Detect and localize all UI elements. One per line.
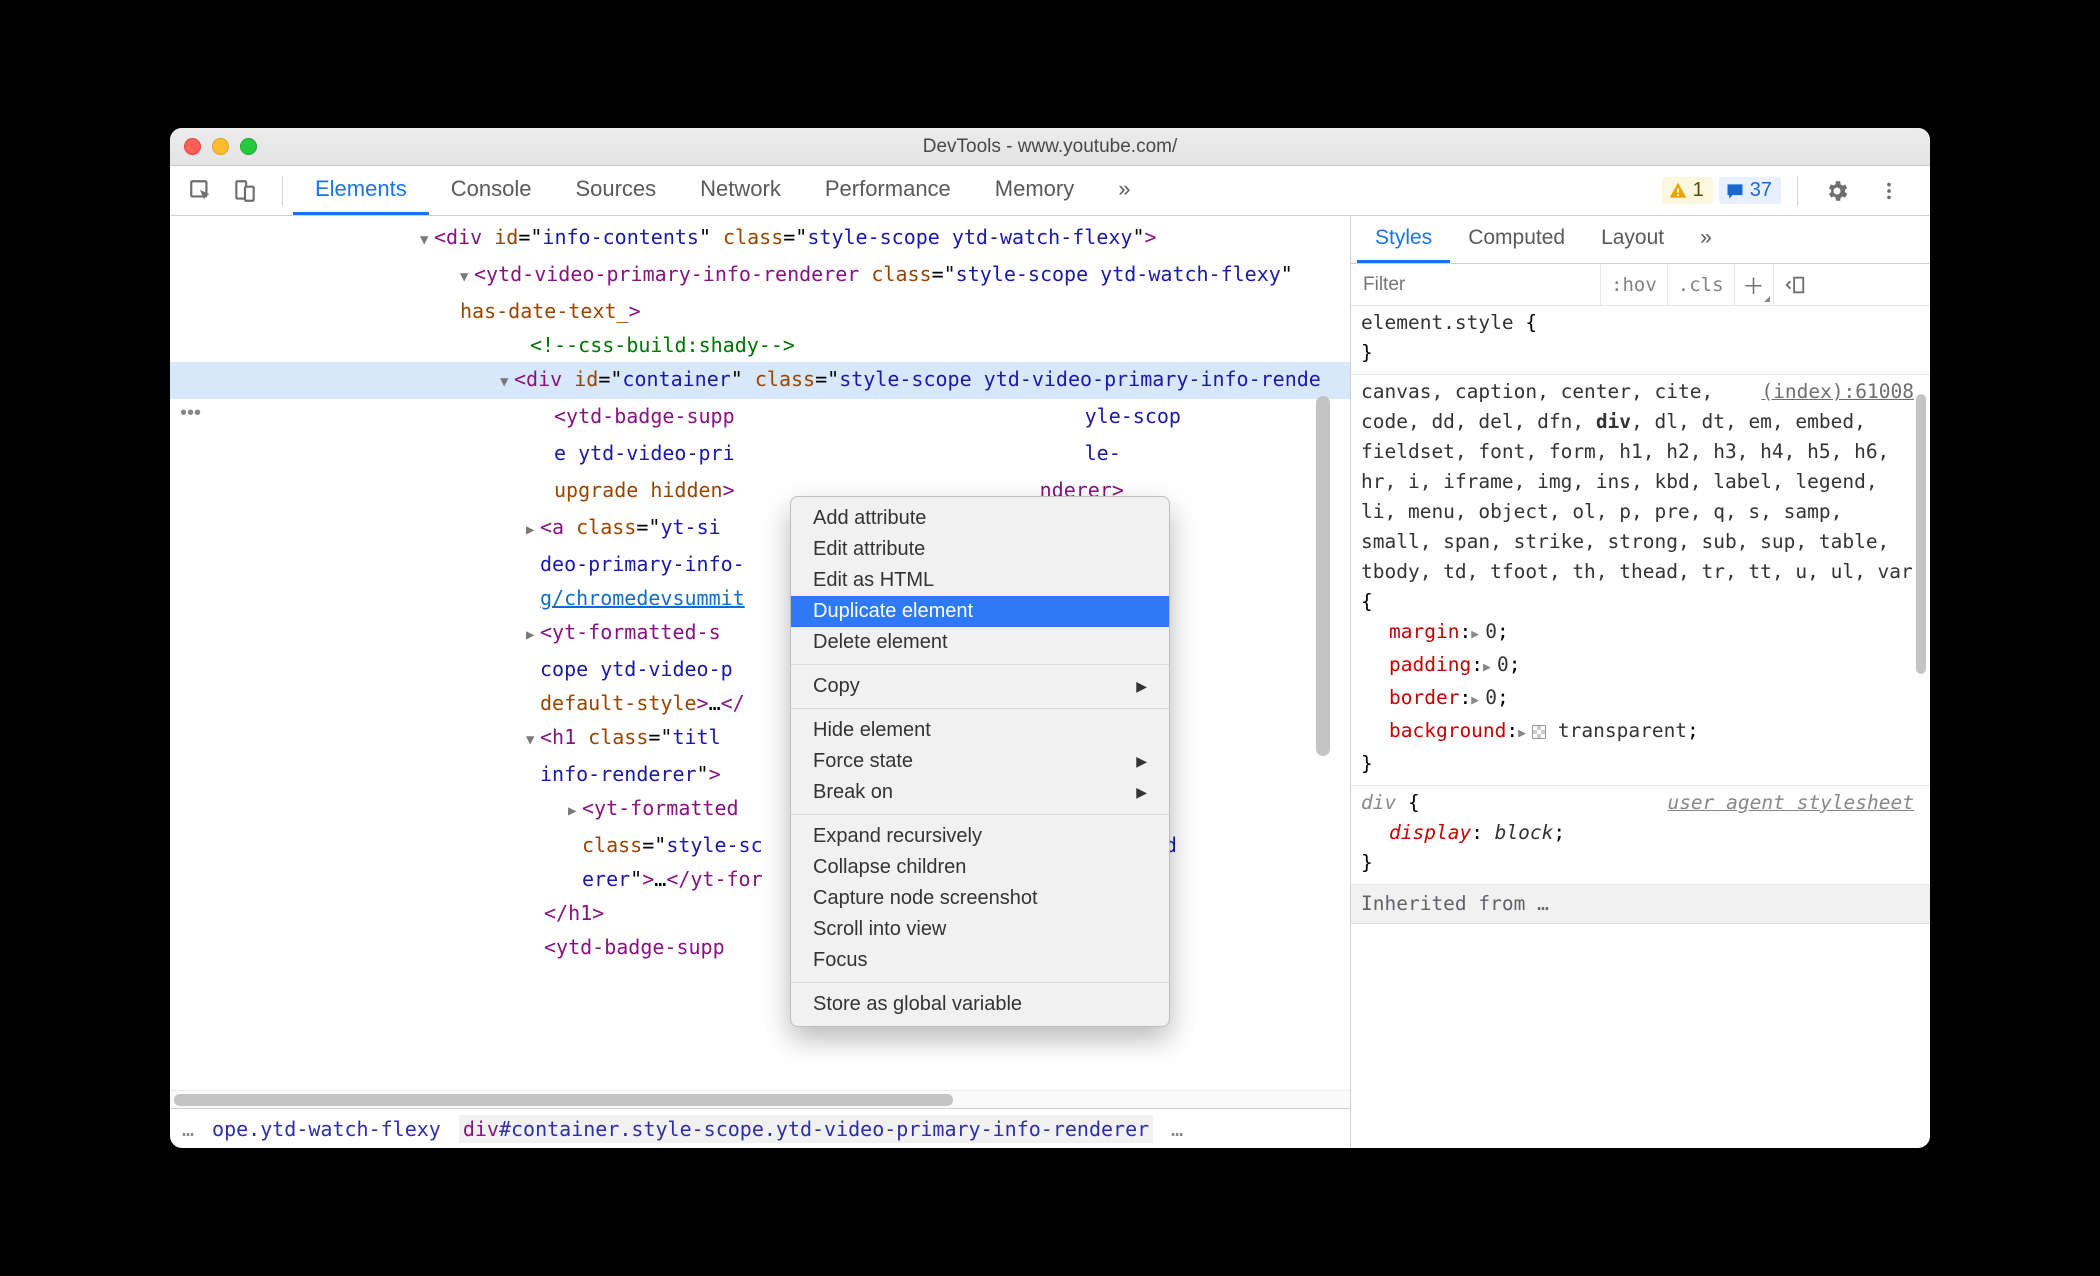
tab-computed[interactable]: Computed bbox=[1450, 216, 1583, 263]
context-menu-item[interactable]: Hide element bbox=[791, 715, 1169, 746]
styles-vertical-scrollbar[interactable] bbox=[1914, 306, 1928, 1148]
chevron-right-icon: ▶ bbox=[1136, 678, 1147, 695]
context-menu-separator bbox=[791, 814, 1169, 815]
warnings-count: 1 bbox=[1693, 179, 1704, 202]
filter-input[interactable] bbox=[1351, 264, 1601, 305]
styles-tabs: Styles Computed Layout » bbox=[1351, 216, 1930, 264]
chevron-right-icon: ▶ bbox=[1136, 784, 1147, 801]
elements-vertical-scrollbar[interactable] bbox=[1316, 396, 1330, 756]
tabs-overflow-icon[interactable]: » bbox=[1096, 166, 1152, 215]
tab-network[interactable]: Network bbox=[678, 166, 803, 215]
tab-performance[interactable]: Performance bbox=[803, 166, 973, 215]
context-menu-item[interactable]: Capture node screenshot bbox=[791, 883, 1169, 914]
cls-toggle[interactable]: .cls bbox=[1668, 264, 1735, 305]
rule-reset[interactable]: (index):61008 canvas, caption, center, c… bbox=[1351, 375, 1930, 786]
styles-panel: Styles Computed Layout » :hov .cls ＋ ele… bbox=[1350, 216, 1930, 1148]
tab-console[interactable]: Console bbox=[429, 166, 554, 215]
more-icon[interactable] bbox=[1872, 174, 1906, 208]
breadcrumb: … ope.ytd-watch-flexy div#container.styl… bbox=[170, 1108, 1350, 1148]
context-menu-label: Edit as HTML bbox=[813, 569, 934, 592]
source-link[interactable]: (index):61008 bbox=[1761, 377, 1914, 407]
context-menu-item[interactable]: Break on ▶ bbox=[791, 777, 1169, 808]
context-menu-label: Copy bbox=[813, 675, 860, 698]
warning-icon bbox=[1668, 181, 1688, 201]
context-menu-item[interactable]: Copy ▶ bbox=[791, 671, 1169, 702]
main-toolbar: Elements Console Sources Network Perform… bbox=[170, 166, 1930, 216]
link-fragment-2[interactable]: g/chromedevsummit bbox=[540, 586, 745, 610]
context-menu-label: Duplicate element bbox=[813, 600, 973, 623]
breadcrumb-seg-1[interactable]: ope.ytd-watch-flexy bbox=[212, 1117, 441, 1141]
context-menu-item[interactable]: Delete element bbox=[791, 627, 1169, 658]
dom-tree[interactable]: ▼<div id="info-contents" class="style-sc… bbox=[170, 216, 1350, 1090]
context-menu-label: Collapse children bbox=[813, 856, 966, 879]
color-swatch-icon[interactable] bbox=[1532, 725, 1546, 739]
warnings-badge[interactable]: 1 bbox=[1662, 177, 1713, 204]
computed-panel-icon[interactable] bbox=[1774, 274, 1816, 296]
styles-toolbar: :hov .cls ＋ bbox=[1351, 264, 1930, 306]
messages-badge[interactable]: 37 bbox=[1719, 177, 1781, 204]
tab-layout[interactable]: Layout bbox=[1583, 216, 1682, 263]
context-menu-label: Hide element bbox=[813, 719, 931, 742]
context-menu-separator bbox=[791, 664, 1169, 665]
hov-toggle[interactable]: :hov bbox=[1601, 264, 1668, 305]
styles-content[interactable]: element.style { } (index):61008 canvas, … bbox=[1351, 306, 1930, 1148]
context-menu-label: Scroll into view bbox=[813, 918, 946, 941]
context-menu-label: Expand recursively bbox=[813, 825, 982, 848]
context-menu-separator bbox=[791, 982, 1169, 983]
ua-source: user agent stylesheet bbox=[1667, 788, 1914, 818]
separator bbox=[1797, 176, 1798, 206]
context-menu-item[interactable]: Scroll into view bbox=[791, 914, 1169, 945]
titlebar: DevTools - www.youtube.com/ bbox=[170, 128, 1930, 166]
breadcrumb-leading-ellipsis[interactable]: … bbox=[182, 1117, 194, 1141]
context-menu-item[interactable]: Force state ▶ bbox=[791, 746, 1169, 777]
context-menu-label: Break on bbox=[813, 781, 893, 804]
breadcrumb-trailing-ellipsis[interactable]: … bbox=[1171, 1117, 1183, 1141]
styles-tabs-overflow-icon[interactable]: » bbox=[1682, 216, 1730, 263]
tab-sources[interactable]: Sources bbox=[553, 166, 678, 215]
context-menu-label: Store as global variable bbox=[813, 993, 1022, 1016]
chevron-right-icon: ▶ bbox=[1136, 753, 1147, 770]
context-menu-label: Focus bbox=[813, 949, 867, 972]
main-area: ••• ▼<div id="info-contents" class="styl… bbox=[170, 216, 1930, 1148]
selected-node[interactable]: ▼<div id="container" class="style-scope … bbox=[170, 362, 1350, 399]
context-menu-label: Edit attribute bbox=[813, 538, 925, 561]
context-menu-item[interactable]: Focus bbox=[791, 945, 1169, 976]
device-toggle-icon[interactable] bbox=[228, 174, 262, 208]
inherited-from-bar[interactable]: Inherited from … bbox=[1351, 885, 1930, 924]
main-tabs: Elements Console Sources Network Perform… bbox=[293, 166, 1153, 215]
context-menu-item[interactable]: Duplicate element bbox=[791, 596, 1169, 627]
tab-elements[interactable]: Elements bbox=[293, 166, 429, 215]
context-menu: Add attribute Edit attribute Edit as HTML D… bbox=[790, 496, 1170, 1027]
context-menu-item[interactable]: Store as global variable bbox=[791, 989, 1169, 1020]
context-menu-item[interactable]: Edit as HTML bbox=[791, 565, 1169, 596]
rule-element-style[interactable]: element.style { } bbox=[1351, 306, 1930, 375]
breadcrumb-seg-2[interactable]: div#container.style-scope.ytd-video-prim… bbox=[459, 1115, 1153, 1143]
devtools-window: DevTools - www.youtube.com/ Elements Con… bbox=[170, 128, 1930, 1148]
messages-count: 37 bbox=[1750, 179, 1772, 202]
context-menu-label: Force state bbox=[813, 750, 913, 773]
context-menu-item[interactable]: Expand recursively bbox=[791, 821, 1169, 852]
tab-styles[interactable]: Styles bbox=[1357, 216, 1450, 263]
elements-horizontal-scrollbar[interactable] bbox=[170, 1090, 1350, 1108]
tab-memory[interactable]: Memory bbox=[973, 166, 1096, 215]
context-menu-separator bbox=[791, 708, 1169, 709]
rule-user-agent[interactable]: user agent stylesheet div { display: blo… bbox=[1351, 786, 1930, 885]
elements-panel: ••• ▼<div id="info-contents" class="styl… bbox=[170, 216, 1350, 1148]
context-menu-label: Add attribute bbox=[813, 507, 926, 530]
context-menu-item[interactable]: Edit attribute bbox=[791, 534, 1169, 565]
inspect-icon[interactable] bbox=[184, 174, 218, 208]
dom-comment: <!--css-build:shady--> bbox=[530, 333, 795, 357]
gear-icon[interactable] bbox=[1820, 174, 1854, 208]
context-menu-item[interactable]: Collapse children bbox=[791, 852, 1169, 883]
separator bbox=[282, 176, 283, 206]
context-menu-label: Capture node screenshot bbox=[813, 887, 1038, 910]
context-menu-item[interactable]: Add attribute bbox=[791, 503, 1169, 534]
gutter-dots-icon[interactable]: ••• bbox=[180, 402, 201, 425]
context-menu-label: Delete element bbox=[813, 631, 948, 654]
window-title: DevTools - www.youtube.com/ bbox=[170, 136, 1930, 158]
new-style-rule-button[interactable]: ＋ bbox=[1735, 264, 1774, 305]
message-icon bbox=[1725, 181, 1745, 201]
